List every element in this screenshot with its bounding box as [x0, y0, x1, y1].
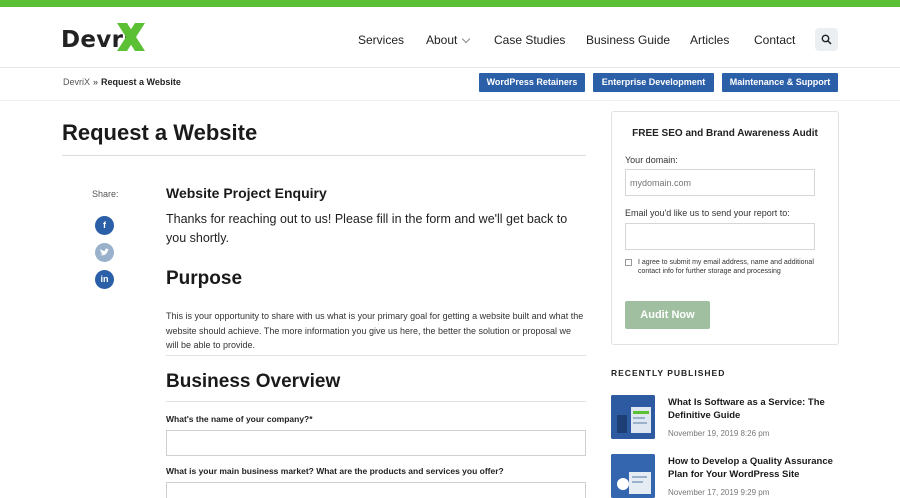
twitter-icon — [100, 248, 109, 256]
chevron-down-icon — [462, 34, 471, 44]
search-button[interactable] — [815, 28, 838, 51]
wordpress-retainers-button[interactable]: WordPress Retainers — [479, 73, 585, 92]
consent-checkbox[interactable] — [625, 259, 632, 266]
nav-services[interactable]: Services — [358, 33, 404, 47]
enquiry-intro: Thanks for reaching out to us! Please fi… — [166, 212, 568, 245]
linkedin-icon: in — [100, 274, 109, 284]
logo-x-mark — [117, 23, 145, 51]
seo-audit-card: FREE SEO and Brand Awareness Audit Your … — [611, 111, 839, 345]
post-date: November 17, 2019 9:29 pm — [668, 488, 770, 497]
facebook-share-button[interactable]: f — [95, 216, 114, 235]
breadcrumb-home[interactable]: DevriX — [63, 77, 90, 87]
top-accent-bar — [0, 0, 900, 7]
email-input[interactable] — [625, 223, 815, 250]
post-thumbnail[interactable] — [611, 395, 655, 439]
post-title-link[interactable]: How to Develop a Quality Assurance Plan … — [668, 455, 838, 481]
post-thumbnail[interactable] — [611, 454, 655, 498]
business-divider — [166, 401, 586, 402]
post-title-link[interactable]: What Is Software as a Service: The Defin… — [668, 396, 838, 422]
breadcrumb: DevriX» Request a Website — [63, 77, 181, 87]
email-label: Email you'd like us to send your report … — [625, 208, 790, 218]
consent-text: I agree to submit my email address, name… — [638, 259, 814, 275]
nav-business-guide[interactable]: Business Guide — [586, 33, 670, 47]
company-name-field[interactable] — [166, 430, 586, 456]
subheader-divider — [0, 100, 900, 101]
site-header: Devri Services About Case Studies Busine… — [0, 7, 900, 67]
post-thumbnail-illustration — [611, 395, 655, 439]
enterprise-development-button[interactable]: Enterprise Development — [593, 73, 714, 92]
linkedin-share-button[interactable]: in — [95, 270, 114, 289]
twitter-share-button[interactable] — [95, 243, 114, 262]
business-market-field[interactable] — [166, 482, 586, 498]
facebook-icon: f — [103, 220, 106, 230]
search-icon — [821, 34, 832, 45]
nav-articles[interactable]: Articles — [690, 33, 729, 47]
company-name-label: What's the name of your company?* — [166, 414, 313, 424]
recently-published-heading: RECENTLY PUBLISHED — [611, 368, 726, 378]
post-thumbnail-illustration — [611, 454, 655, 498]
header-divider — [0, 67, 900, 68]
page-title: Request a Website — [62, 120, 258, 145]
domain-label: Your domain: — [625, 155, 678, 165]
share-label: Share: — [92, 189, 119, 199]
devrix-logo[interactable]: Devri — [61, 19, 161, 55]
business-overview-heading: Business Overview — [166, 371, 341, 392]
nav-contact[interactable]: Contact — [754, 33, 795, 47]
purpose-divider — [166, 355, 586, 356]
post-date: November 19, 2019 8:26 pm — [668, 429, 770, 438]
business-market-label: What is your main business market? What … — [166, 466, 504, 476]
maintenance-support-button[interactable]: Maintenance & Support — [722, 73, 838, 92]
purpose-heading: Purpose — [166, 268, 243, 289]
audit-now-button[interactable]: Audit Now — [625, 301, 710, 329]
enquiry-title: Website Project Enquiry — [166, 185, 327, 201]
purpose-text: This is your opportunity to share with u… — [166, 311, 584, 350]
title-divider — [62, 155, 586, 156]
audit-title: FREE SEO and Brand Awareness Audit — [632, 128, 818, 139]
nav-about[interactable]: About — [426, 33, 471, 47]
nav-about-label: About — [426, 33, 458, 47]
breadcrumb-current: Request a Website — [101, 77, 181, 87]
breadcrumb-separator: » — [93, 77, 99, 87]
nav-case-studies[interactable]: Case Studies — [494, 33, 565, 47]
domain-input[interactable] — [625, 169, 815, 196]
